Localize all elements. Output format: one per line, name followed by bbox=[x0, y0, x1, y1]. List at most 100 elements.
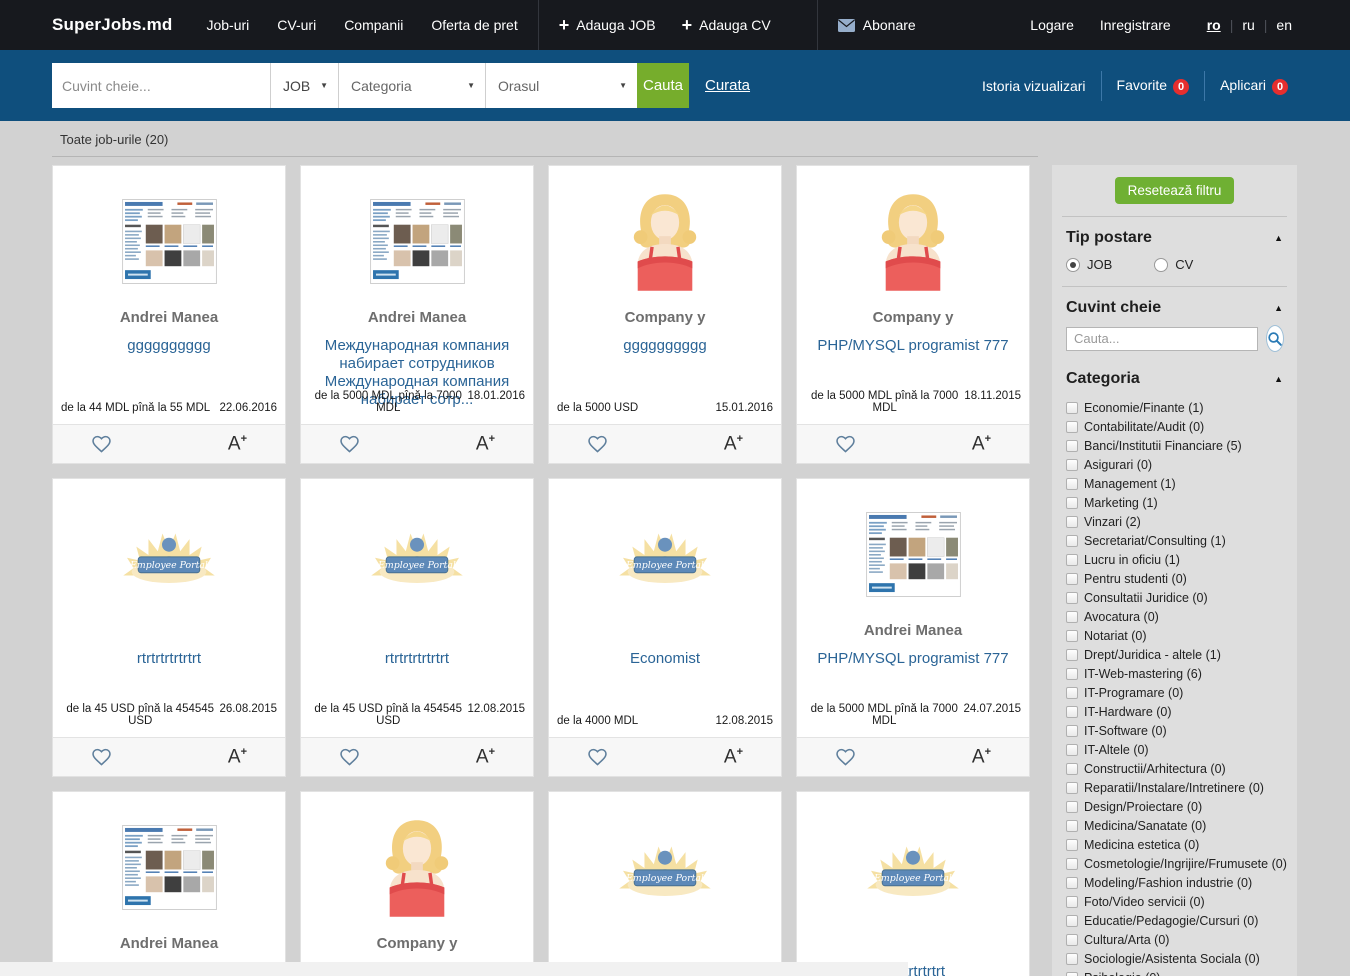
job-card[interactable]: Employee Portal Economist de la 4000 MDL… bbox=[548, 478, 782, 777]
job-title-link[interactable]: gggggggggg bbox=[549, 337, 781, 355]
checkbox-icon[interactable] bbox=[1066, 630, 1078, 642]
category-filter-item[interactable]: IT-Altele (0) bbox=[1066, 740, 1283, 759]
applications-link[interactable]: Aplicari0 bbox=[1220, 77, 1288, 95]
posting-type-select[interactable]: JOB ▼ bbox=[270, 63, 338, 108]
category-filter-item[interactable]: Notariat (0) bbox=[1066, 626, 1283, 645]
job-title-link[interactable]: gggggggggg bbox=[53, 337, 285, 355]
job-card[interactable]: Employee Portal rtrtrtrtrtrtrt de la 45 … bbox=[52, 478, 286, 777]
apply-icon[interactable]: A+ bbox=[972, 434, 991, 453]
nav-link[interactable]: Job-uri bbox=[206, 17, 249, 33]
job-card[interactable]: Company y gggggggggg de la 5000 USD 15.0… bbox=[548, 165, 782, 464]
language-option[interactable]: ro bbox=[1207, 17, 1221, 33]
clear-link[interactable]: Curata bbox=[705, 77, 750, 94]
favorite-heart-icon[interactable] bbox=[835, 748, 856, 767]
category-filter-item[interactable]: Design/Proiectare (0) bbox=[1066, 797, 1283, 816]
category-filter-item[interactable]: Secretariat/Consulting (1) bbox=[1066, 531, 1283, 550]
job-title-link[interactable]: PHP/MYSQL programist 777 bbox=[797, 650, 1029, 668]
category-filter-item[interactable]: Psihologie (0) bbox=[1066, 968, 1283, 976]
site-logo[interactable]: SuperJobs.md bbox=[52, 15, 172, 35]
checkbox-icon[interactable] bbox=[1066, 763, 1078, 775]
subscribe-button[interactable]: Abonare bbox=[838, 17, 916, 33]
job-title-link[interactable]: Economist bbox=[549, 650, 781, 668]
checkbox-icon[interactable] bbox=[1066, 877, 1078, 889]
apply-icon[interactable]: A+ bbox=[476, 434, 495, 453]
nav-link[interactable]: CV-uri bbox=[277, 17, 316, 33]
radio-icon[interactable] bbox=[1154, 258, 1168, 272]
category-filter-item[interactable]: IT-Hardware (0) bbox=[1066, 702, 1283, 721]
checkbox-icon[interactable] bbox=[1066, 440, 1078, 452]
sidebar-search-button[interactable] bbox=[1266, 325, 1284, 352]
category-filter-item[interactable]: Marketing (1) bbox=[1066, 493, 1283, 512]
category-section-header[interactable]: Categoria ▲ bbox=[1064, 366, 1285, 396]
favorite-heart-icon[interactable] bbox=[91, 435, 112, 454]
apply-icon[interactable]: A+ bbox=[724, 747, 743, 766]
login-link[interactable]: Logare bbox=[1030, 17, 1074, 33]
category-filter-item[interactable]: IT-Software (0) bbox=[1066, 721, 1283, 740]
category-filter-item[interactable]: Cosmetologie/Ingrijire/Frumusete (0) bbox=[1066, 854, 1283, 873]
checkbox-icon[interactable] bbox=[1066, 725, 1078, 737]
job-title-link[interactable]: rtrtrtrtrtrtrt bbox=[301, 650, 533, 668]
category-filter-item[interactable]: Cultura/Arta (0) bbox=[1066, 930, 1283, 949]
checkbox-icon[interactable] bbox=[1066, 896, 1078, 908]
checkbox-icon[interactable] bbox=[1066, 554, 1078, 566]
job-title-link[interactable]: rtrtrtrtrtrtrt bbox=[53, 650, 285, 668]
checkbox-icon[interactable] bbox=[1066, 972, 1078, 976]
favorite-heart-icon[interactable] bbox=[339, 748, 360, 767]
checkbox-icon[interactable] bbox=[1066, 535, 1078, 547]
checkbox-icon[interactable] bbox=[1066, 953, 1078, 965]
checkbox-icon[interactable] bbox=[1066, 934, 1078, 946]
favorite-heart-icon[interactable] bbox=[339, 435, 360, 454]
apply-icon[interactable]: A+ bbox=[476, 747, 495, 766]
radio-icon[interactable] bbox=[1066, 258, 1080, 272]
checkbox-icon[interactable] bbox=[1066, 459, 1078, 471]
checkbox-icon[interactable] bbox=[1066, 706, 1078, 718]
category-filter-item[interactable]: Management (1) bbox=[1066, 474, 1283, 493]
checkbox-icon[interactable] bbox=[1066, 649, 1078, 661]
favorites-link[interactable]: Favorite0 bbox=[1117, 77, 1190, 95]
category-filter-item[interactable]: Modeling/Fashion industrie (0) bbox=[1066, 873, 1283, 892]
category-filter-item[interactable]: Educatie/Pedagogie/Cursuri (0) bbox=[1066, 911, 1283, 930]
category-filter-item[interactable]: Consultatii Juridice (0) bbox=[1066, 588, 1283, 607]
checkbox-icon[interactable] bbox=[1066, 573, 1078, 585]
apply-icon[interactable]: A+ bbox=[724, 434, 743, 453]
language-option[interactable]: en bbox=[1276, 17, 1292, 33]
checkbox-icon[interactable] bbox=[1066, 782, 1078, 794]
category-filter-item[interactable]: Drept/Juridica - altele (1) bbox=[1066, 645, 1283, 664]
category-filter-item[interactable]: Banci/Institutii Financiare (5) bbox=[1066, 436, 1283, 455]
category-filter-item[interactable]: Medicina/Sanatate (0) bbox=[1066, 816, 1283, 835]
job-card[interactable]: Andrei Manea gggggggggg de la 44 MDL pîn… bbox=[52, 165, 286, 464]
category-filter-item[interactable]: Constructii/Arhitectura (0) bbox=[1066, 759, 1283, 778]
favorite-heart-icon[interactable] bbox=[835, 435, 856, 454]
search-button[interactable]: Cauta bbox=[637, 63, 689, 108]
nav-link[interactable]: Oferta de pret bbox=[431, 17, 517, 33]
category-filter-item[interactable]: Sociologie/Asistenta Sociala (0) bbox=[1066, 949, 1283, 968]
keyword-section-header[interactable]: Cuvint cheie ▲ bbox=[1064, 287, 1285, 325]
sidebar-search-input[interactable] bbox=[1066, 327, 1258, 351]
category-filter-item[interactable]: Contabilitate/Audit (0) bbox=[1066, 417, 1283, 436]
posting-type-radio[interactable]: CV bbox=[1154, 257, 1193, 272]
checkbox-icon[interactable] bbox=[1066, 592, 1078, 604]
checkbox-icon[interactable] bbox=[1066, 820, 1078, 832]
checkbox-icon[interactable] bbox=[1066, 611, 1078, 623]
job-card[interactable]: Andrei Manea PHP/MYSQL programist 777 A+ bbox=[52, 791, 286, 976]
city-select[interactable]: Orasul ▼ bbox=[485, 63, 637, 108]
checkbox-icon[interactable] bbox=[1066, 839, 1078, 851]
job-card[interactable]: Employee Portal Manager pe vinzare A+ bbox=[548, 791, 782, 976]
checkbox-icon[interactable] bbox=[1066, 858, 1078, 870]
checkbox-icon[interactable] bbox=[1066, 744, 1078, 756]
register-link[interactable]: Inregistrare bbox=[1100, 17, 1171, 33]
job-title-link[interactable]: PHP/MYSQL programist 777 bbox=[797, 337, 1029, 355]
favorite-heart-icon[interactable] bbox=[587, 435, 608, 454]
type-section-header[interactable]: Tip postare ▲ bbox=[1064, 217, 1285, 255]
reset-filter-button[interactable]: Resetează filtru bbox=[1115, 177, 1235, 204]
category-filter-item[interactable]: IT-Web-mastering (6) bbox=[1066, 664, 1283, 683]
apply-icon[interactable]: A+ bbox=[228, 747, 247, 766]
job-card[interactable]: Employee Portal rtrtrtrtrtrtrt A+ bbox=[796, 791, 1030, 976]
checkbox-icon[interactable] bbox=[1066, 801, 1078, 813]
checkbox-icon[interactable] bbox=[1066, 478, 1078, 490]
category-filter-item[interactable]: Medicina estetica (0) bbox=[1066, 835, 1283, 854]
checkbox-icon[interactable] bbox=[1066, 915, 1078, 927]
keyword-input[interactable] bbox=[62, 78, 260, 94]
job-card[interactable]: Andrei Manea Международная компания наби… bbox=[300, 165, 534, 464]
checkbox-icon[interactable] bbox=[1066, 497, 1078, 509]
